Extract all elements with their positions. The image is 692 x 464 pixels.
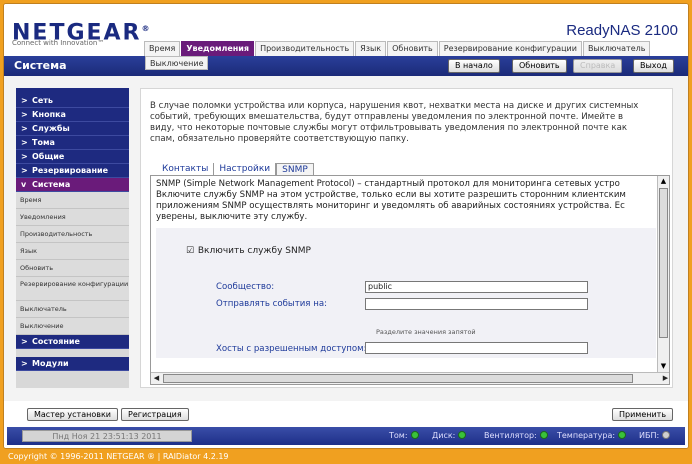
allowed-hosts-input[interactable] <box>365 342 588 354</box>
hscroll-thumb[interactable] <box>163 374 633 383</box>
status-volume: Том: <box>389 431 419 440</box>
sidebar-item-modules[interactable]: Модули <box>16 357 129 371</box>
status-led-icon <box>618 431 627 439</box>
sidebar-sub-shutdown[interactable]: Выключение <box>16 318 129 335</box>
status-fan: Вентилятор: <box>484 431 548 440</box>
vertical-scrollbar[interactable]: ▲ ▼ <box>657 176 669 372</box>
sidebar-sub-time[interactable]: Время <box>16 192 129 209</box>
registration-button[interactable]: Регистрация <box>121 408 189 421</box>
status-led-icon <box>458 431 467 439</box>
setup-wizard-button[interactable]: Мастер установки <box>27 408 118 421</box>
copyright: Copyright © 1996-2011 NETGEAR ® | RAIDia… <box>8 452 229 461</box>
tab-notifications[interactable]: Уведомления <box>181 41 255 56</box>
trap-destination-input[interactable] <box>365 298 588 310</box>
scroll-thumb[interactable] <box>659 188 668 338</box>
sidebar-item-button[interactable]: Кнопка <box>16 108 129 122</box>
sidebar-item-volumes[interactable]: Тома <box>16 136 129 150</box>
tagline: Connect with Innovation™ <box>12 39 105 47</box>
sidebar-sub-language[interactable]: Язык <box>16 243 129 260</box>
sidebar-item-shares[interactable]: Общие <box>16 150 129 164</box>
status-led-icon <box>662 431 671 439</box>
scroll-left-icon[interactable]: ◀ <box>151 373 162 384</box>
home-button[interactable]: В начало <box>448 59 500 73</box>
status-temperature: Температура: <box>557 431 627 440</box>
horizontal-scrollbar[interactable]: ◀ ▶ <box>151 372 669 384</box>
main-area: Сеть Кнопка Службы Тома Общие Резервиров… <box>4 76 688 401</box>
community-label: Сообщество: <box>216 282 275 292</box>
sidebar-sub-notifications[interactable]: Уведомления <box>16 209 129 226</box>
enable-snmp-checkbox[interactable]: ☑ Включить службу SNMP <box>186 246 311 256</box>
trap-destination-label: Отправлять события на: <box>216 299 327 309</box>
community-input[interactable]: public <box>365 281 588 293</box>
sidebar-item-system[interactable]: Система <box>16 178 129 192</box>
status-led-icon <box>539 431 548 439</box>
status-led-icon <box>410 431 419 439</box>
apply-button[interactable]: Применить <box>612 408 674 421</box>
sidebar: Сеть Кнопка Службы Тома Общие Резервиров… <box>16 88 129 388</box>
checkbox-check-icon: ☑ <box>186 246 195 256</box>
snmp-panel: SNMP (Simple Network Management Protocol… <box>150 175 670 385</box>
sidebar-sub-update[interactable]: Обновить <box>16 260 129 277</box>
sidebar-item-backup[interactable]: Резервирование <box>16 164 129 178</box>
product-name: ReadyNAS 2100 <box>566 22 678 39</box>
footer: Мастер установки Регистрация Применить П… <box>4 401 688 448</box>
header: NETGEAR® Connect with Innovation™ ReadyN… <box>4 4 688 56</box>
sidebar-sub-power[interactable]: Выключатель <box>16 301 129 318</box>
snmp-description: SNMP (Simple Network Management Protocol… <box>156 179 626 222</box>
sidebar-item-services[interactable]: Службы <box>16 122 129 136</box>
tab-performance[interactable]: Производительность <box>255 41 355 56</box>
status-disk: Диск: <box>432 431 467 440</box>
tab-time[interactable]: Время <box>144 41 181 56</box>
datetime-display: Пнд Ноя 21 23:51:13 2011 <box>22 430 192 442</box>
enable-snmp-label: Включить службу SNMP <box>197 246 311 256</box>
logout-button[interactable]: Выход <box>633 59 674 73</box>
help-button[interactable]: Справка <box>573 59 623 73</box>
sidebar-sub-performance[interactable]: Производительность <box>16 226 129 243</box>
tab-config-backup[interactable]: Резервирование конфигурации <box>438 41 582 56</box>
snmp-form: ☑ Включить службу SNMP Сообщество: publi… <box>156 228 656 358</box>
scroll-up-icon[interactable]: ▲ <box>658 176 669 187</box>
comma-hint: Разделите значения запятой <box>376 328 476 336</box>
tab-power[interactable]: Выключатель <box>582 41 651 56</box>
status-ups: ИБП: <box>639 431 671 440</box>
sidebar-item-network[interactable]: Сеть <box>16 94 129 108</box>
intro-text: В случае поломки устройства или корпуса,… <box>150 101 639 144</box>
scroll-down-icon[interactable]: ▼ <box>658 361 669 372</box>
app-window: NETGEAR® Connect with Innovation™ ReadyN… <box>3 3 689 449</box>
allowed-hosts-label: Хосты с разрешенным доступом: <box>216 344 367 354</box>
sidebar-sub-config-backup[interactable]: Резервирование конфигурации <box>16 277 129 301</box>
tab-shutdown[interactable]: Выключение <box>145 56 209 70</box>
tab-update[interactable]: Обновить <box>387 41 438 56</box>
section-title: Система <box>14 59 67 72</box>
scroll-right-icon[interactable]: ▶ <box>660 373 669 384</box>
status-bar: Пнд Ноя 21 23:51:13 2011 Том: Диск: Вент… <box>7 427 685 445</box>
sidebar-item-status[interactable]: Состояние <box>16 335 129 349</box>
top-tabs: Время Уведомления Производительность Язы… <box>144 41 651 56</box>
refresh-button[interactable]: Обновить <box>512 59 567 73</box>
content-panel: В случае поломки устройства или корпуса,… <box>140 88 673 388</box>
title-bar: Система В начало Обновить Справка Выход <box>4 56 688 76</box>
tab-language[interactable]: Язык <box>355 41 387 56</box>
